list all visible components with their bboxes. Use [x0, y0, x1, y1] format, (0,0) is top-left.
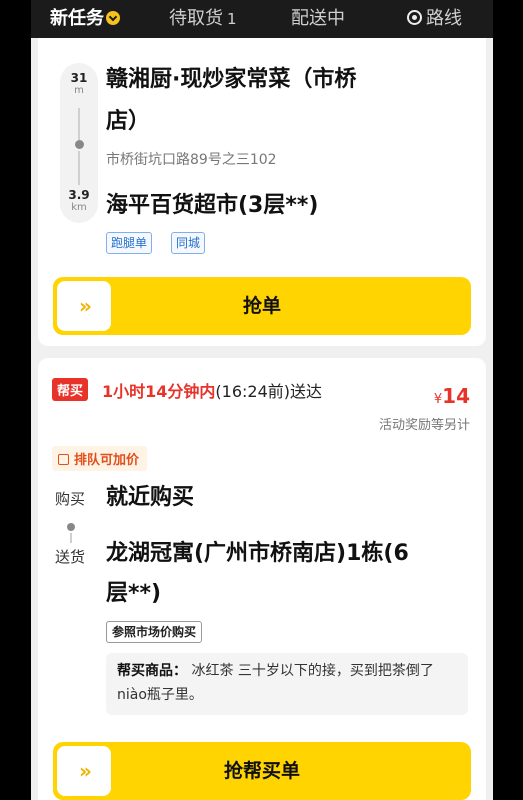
location-pin-icon — [75, 140, 84, 149]
goods-label: 帮买商品： — [117, 663, 187, 679]
tab-label: 新任务 — [50, 8, 104, 29]
route-line — [78, 151, 80, 185]
order-card: 31 m 3.9 km 赣湘厨·现炒家常菜（市桥 店） 市桥街坑口路89号之三1… — [38, 38, 486, 346]
route-line — [78, 108, 80, 140]
buy-label: 购买 — [55, 490, 86, 508]
buy-location: 就近购买 — [106, 485, 195, 510]
grab-order-button[interactable]: » 抢单 — [53, 277, 471, 335]
tab-label: 待取货 — [169, 8, 223, 29]
pickup-address: 市桥街坑口路89号之三102 — [106, 152, 277, 168]
pickup-name-cont: 店） — [106, 109, 151, 134]
tab-label: 路线 — [426, 8, 462, 29]
order-type-badge: 帮买 — [52, 378, 89, 401]
route-icon — [407, 9, 422, 25]
tab-count: 1 — [227, 10, 237, 28]
city-tag: 同城 — [171, 232, 206, 254]
deadline-time: (16:24前)送达 — [215, 382, 323, 401]
goods-note: 帮买商品： 冰红茶 三十岁以下的接，买到把茶倒了niào瓶子里。 — [106, 653, 468, 715]
tab-pending-pickup[interactable]: 待取货 1 — [169, 0, 237, 38]
pickup-name: 赣湘厨·现炒家常菜（市桥 — [106, 67, 357, 92]
deadline-duration: 1小时14分钟内 — [102, 382, 216, 401]
delivery-deadline: 1小时14分钟内(16:24前)送达 — [102, 378, 322, 402]
tab-route[interactable]: 路线 — [407, 0, 462, 38]
check-badge-icon — [106, 11, 120, 25]
price-reference-tag: 参照市场价购买 — [106, 621, 203, 643]
top-tab-bar: 新任务 待取货 1 配送中 路线 — [31, 0, 493, 38]
grab-buy-order-label: 抢帮买单 — [223, 760, 300, 782]
order-card: 帮买 1小时14分钟内(16:24前)送达 ¥14 活动奖励等另计 排队可加价 … — [38, 358, 486, 800]
queue-surcharge-tag: 排队可加价 — [52, 446, 148, 471]
price-note: 活动奖励等另计 — [378, 418, 470, 433]
dropoff-name: 海平百货超市(3层**) — [106, 193, 319, 218]
location-pin-icon — [67, 523, 75, 531]
route-line — [70, 533, 72, 543]
grab-buy-order-button[interactable]: » 抢帮买单 — [53, 742, 471, 800]
tab-delivering[interactable]: 配送中 — [291, 0, 345, 38]
tab-new-tasks[interactable]: 新任务 — [50, 0, 120, 38]
tab-label: 配送中 — [291, 8, 345, 29]
distance-to-pickup: 31 m — [70, 71, 88, 96]
queue-icon — [58, 454, 69, 465]
grab-order-label: 抢单 — [242, 295, 281, 317]
task-list[interactable]: 31 m 3.9 km 赣湘厨·现炒家常菜（市桥 店） 市桥街坑口路89号之三1… — [31, 38, 493, 800]
order-price: ¥14 — [433, 384, 470, 408]
order-type-tag: 跑腿单 — [106, 232, 153, 254]
dropoff-name: 龙湖冠寓(广州市桥南店)1栋(6 — [106, 541, 409, 566]
dropoff-name-cont: 层**) — [106, 581, 162, 606]
distance-to-dropoff: 3.9 km — [68, 188, 90, 213]
deliver-label: 送货 — [55, 548, 86, 566]
